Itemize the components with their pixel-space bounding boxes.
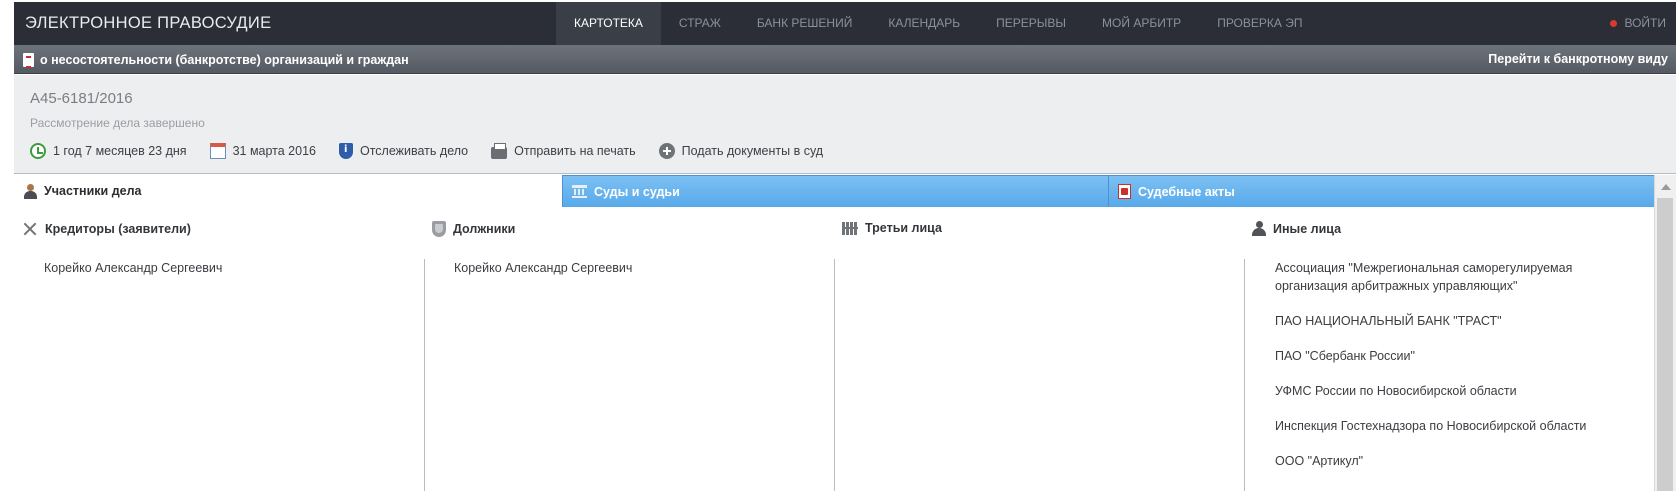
creditors-list: Корейко Александр Сергеевич xyxy=(14,259,374,491)
tab-participants[interactable]: Участники дела xyxy=(14,175,562,207)
other-persons-list: Ассоциация "Межрегиональная саморегулиру… xyxy=(1244,259,1605,491)
fence-icon xyxy=(842,221,858,235)
case-header: А45-6181/2016 Рассмотрение дела завершен… xyxy=(14,75,1676,174)
tab-courts-judges[interactable]: Суды и судьи xyxy=(562,175,1108,207)
nav-item-moy-arbitr[interactable]: МОЙ АРБИТР xyxy=(1084,2,1199,45)
third-parties-heading: Третьи лица xyxy=(842,221,942,235)
print-label: Отправить на печать xyxy=(514,144,636,158)
site-brand[interactable]: ЭЛЕКТРОННОЕ ПРАВОСУДИЕ xyxy=(25,2,271,45)
left-gutter xyxy=(0,0,14,491)
tab-courts-label: Суды и судьи xyxy=(594,184,680,199)
scroll-up-arrow-icon[interactable] xyxy=(1661,184,1671,190)
main-nav: КАРТОТЕКА СТРАЖ БАНК РЕШЕНИЙ КАЛЕНДАРЬ П… xyxy=(556,2,1320,45)
other-persons-column: Иные лица Ассоциация "Межрегиональная са… xyxy=(1244,207,1654,491)
person-icon xyxy=(23,183,37,199)
nav-item-calendar[interactable]: КАЛЕНДАРЬ xyxy=(870,2,978,45)
crossed-swords-icon xyxy=(22,221,38,237)
submit-documents-button[interactable]: Подать документы в суд xyxy=(658,143,824,159)
list-item[interactable]: Инспекция Гостехнадзора по Новосибирской… xyxy=(1245,417,1605,435)
list-item[interactable]: УФМС России по Новосибирской области xyxy=(1245,382,1605,400)
case-duration-label: 1 год 7 месяцев 23 дня xyxy=(53,144,187,158)
case-tabs: Участники дела Суды и судьи Судебные акт… xyxy=(14,175,1654,207)
login-status-dot-icon xyxy=(1610,20,1618,27)
list-item[interactable]: Корейко Александр Сергеевич xyxy=(425,259,785,277)
document-icon xyxy=(23,52,34,68)
case-category-bar: о несостоятельности (банкротстве) органи… xyxy=(14,45,1676,74)
shield-info-icon xyxy=(339,143,353,159)
list-item[interactable]: Ассоциация "Межрегиональная саморегулиру… xyxy=(1245,259,1605,295)
list-item[interactable]: ПАО "Сбербанк России" xyxy=(1245,347,1605,365)
case-duration: 1 год 7 месяцев 23 дня xyxy=(30,143,187,159)
list-item[interactable]: ПАО НАЦИОНАЛЬНЫЙ БАНК "ТРАСТ" xyxy=(1245,312,1605,330)
login-label: ВОЙТИ xyxy=(1624,16,1666,30)
plus-circle-icon xyxy=(658,143,675,159)
scroll-thumb[interactable] xyxy=(1657,198,1673,491)
case-date: 31 марта 2016 xyxy=(209,143,316,159)
shield-icon xyxy=(432,221,446,237)
pdf-icon xyxy=(1118,184,1131,199)
courthouse-icon xyxy=(572,185,587,198)
tab-court-acts[interactable]: Судебные акты xyxy=(1108,175,1654,207)
creditors-title: Кредиторы (заявители) xyxy=(45,222,191,236)
case-actions: 1 год 7 месяцев 23 дня 31 марта 2016 Отс… xyxy=(30,142,846,160)
third-parties-column: Третьи лица xyxy=(834,207,1244,491)
debtors-title: Должники xyxy=(453,222,516,236)
bankrupt-view-link[interactable]: Перейти к банкротному виду xyxy=(1488,45,1668,74)
track-case-button[interactable]: Отслеживать дело xyxy=(339,143,468,159)
submit-documents-label: Подать документы в суд xyxy=(681,144,824,158)
creditors-heading: Кредиторы (заявители) xyxy=(22,221,191,237)
tab-acts-label: Судебные акты xyxy=(1138,184,1235,199)
case-status: Рассмотрение дела завершено xyxy=(30,116,205,130)
tab-participants-label: Участники дела xyxy=(44,184,142,198)
case-category-label: о несостоятельности (банкротстве) органи… xyxy=(40,52,409,67)
printer-icon xyxy=(491,142,508,159)
nav-item-strazh[interactable]: СТРАЖ xyxy=(661,2,739,45)
list-item[interactable]: Корейко Александр Сергеевич xyxy=(14,259,374,277)
participants-panel: Кредиторы (заявители) Корейко Александр … xyxy=(14,207,1654,491)
debtors-heading: Должники xyxy=(432,221,515,237)
list-item[interactable]: ООО "Артикул" xyxy=(1245,452,1605,470)
third-parties-list xyxy=(834,259,835,491)
debtors-list: Корейко Александр Сергеевич xyxy=(424,259,785,491)
other-persons-heading: Иные лица xyxy=(1252,221,1341,236)
calendar-icon xyxy=(209,143,226,159)
clock-icon xyxy=(30,143,46,159)
creditors-column: Кредиторы (заявители) Корейко Александр … xyxy=(14,207,424,491)
vertical-scrollbar[interactable] xyxy=(1654,175,1676,491)
third-parties-title: Третьи лица xyxy=(865,221,942,235)
right-gutter xyxy=(1676,0,1680,491)
login-button[interactable]: ВОЙТИ xyxy=(1610,2,1666,45)
case-number: А45-6181/2016 xyxy=(30,90,133,107)
nav-item-proverka-ep[interactable]: ПРОВЕРКА ЭП xyxy=(1199,2,1320,45)
nav-item-bank-resheniy[interactable]: БАНК РЕШЕНИЙ xyxy=(739,2,871,45)
user-icon xyxy=(1252,221,1266,236)
case-category: о несостоятельности (банкротстве) органи… xyxy=(23,45,409,74)
page: ЭЛЕКТРОННОЕ ПРАВОСУДИЕ КАРТОТЕКА СТРАЖ Б… xyxy=(0,0,1680,491)
print-button[interactable]: Отправить на печать xyxy=(491,142,636,159)
nav-item-kartoteka[interactable]: КАРТОТЕКА xyxy=(556,2,661,45)
case-date-label: 31 марта 2016 xyxy=(232,144,316,158)
top-navigation-bar: ЭЛЕКТРОННОЕ ПРАВОСУДИЕ КАРТОТЕКА СТРАЖ Б… xyxy=(14,2,1676,45)
debtors-column: Должники Корейко Александр Сергеевич xyxy=(424,207,834,491)
nav-item-pereryvy[interactable]: ПЕРЕРЫВЫ xyxy=(978,2,1084,45)
other-persons-title: Иные лица xyxy=(1273,221,1342,236)
track-case-label: Отслеживать дело xyxy=(360,144,469,158)
